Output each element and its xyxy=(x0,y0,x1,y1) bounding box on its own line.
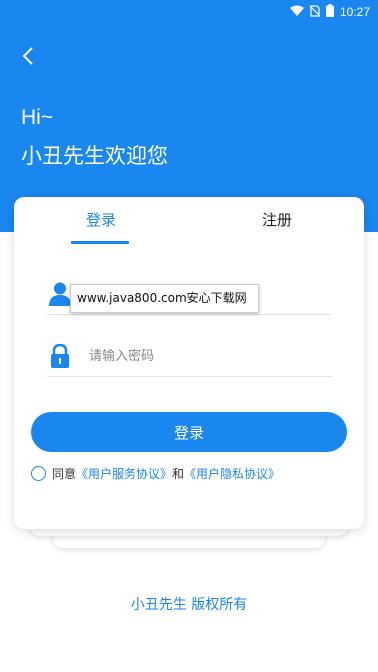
back-chevron-icon xyxy=(22,46,34,70)
user-icon xyxy=(49,282,71,306)
tab-register[interactable]: 注册 xyxy=(262,209,292,230)
battery-icon xyxy=(325,4,334,20)
wifi-icon xyxy=(289,5,304,19)
login-card: 登录 注册 www.java800.com安心下载网 登录 同意 《用户服务协议… xyxy=(14,197,364,529)
greeting-text: Hi~ xyxy=(21,106,54,129)
tab-login[interactable]: 登录 xyxy=(86,209,116,230)
clock: 10:27 xyxy=(339,5,370,19)
agreement-row: 同意 《用户服务协议》 和 《用户隐私协议》 xyxy=(31,463,280,483)
no-sim-icon xyxy=(309,4,321,20)
lock-icon xyxy=(49,343,71,368)
user-agreement-link[interactable]: 《用户服务协议》 xyxy=(76,465,172,482)
watermark-overlay: www.java800.com安心下载网 xyxy=(70,284,259,313)
password-field xyxy=(47,336,332,377)
agree-prefix: 同意 xyxy=(52,466,77,481)
privacy-agreement-link[interactable]: 《用户隐私协议》 xyxy=(184,465,280,482)
login-button[interactable]: 登录 xyxy=(31,412,347,452)
agree-conjunction: 和 xyxy=(172,466,185,481)
status-bar: 10:27 xyxy=(0,0,378,22)
active-tab-indicator xyxy=(71,241,129,244)
welcome-text: 小丑先生欢迎您 xyxy=(21,144,168,168)
back-button[interactable] xyxy=(14,44,42,72)
password-input[interactable] xyxy=(87,340,326,372)
agree-radio[interactable] xyxy=(31,465,46,481)
copyright-footer: 小丑先生 版权所有 xyxy=(130,597,248,613)
